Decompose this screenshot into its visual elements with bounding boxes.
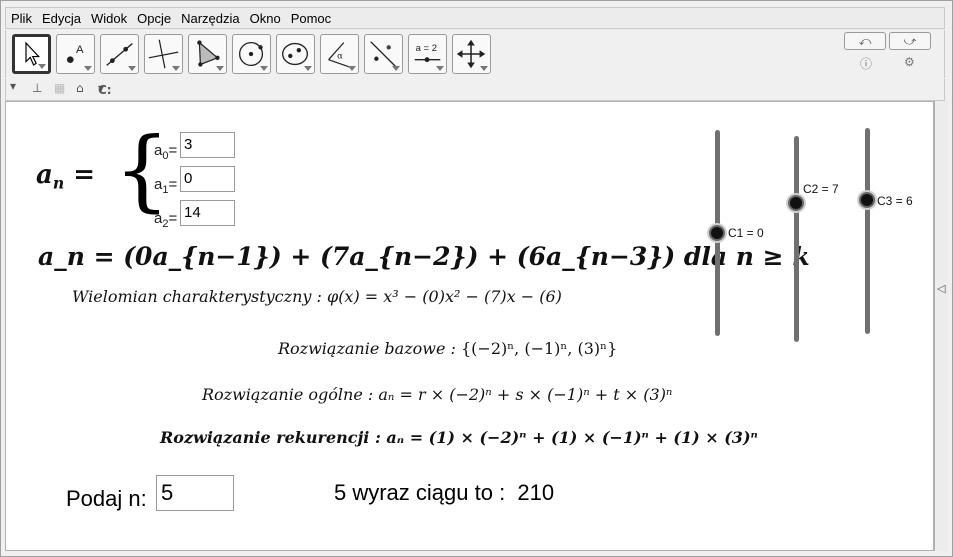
undo-button[interactable]: ⤺	[844, 32, 886, 50]
left-brace: {	[114, 118, 170, 221]
toolbar: A α a = 2 ⤺ ⤻ ⓘ ⚙	[5, 30, 945, 78]
characteristic-formula: φ(x) = x³ − (0)x² − (7)x − (6)	[326, 287, 562, 306]
initial-a2-input[interactable]: 14	[180, 200, 235, 226]
geogebra-window: Plik Edycja Widok Opcje Narzędzia Okno P…	[0, 0, 953, 557]
help-icon[interactable]: ⓘ	[860, 55, 872, 72]
reflect-tool[interactable]	[364, 34, 403, 74]
point-tool[interactable]: A	[56, 34, 95, 74]
label-style-button[interactable]: C: ▾	[98, 81, 112, 97]
tool-menu-indicator	[260, 66, 268, 71]
settings-icon[interactable]: ⚙	[904, 55, 915, 69]
tool-menu-indicator	[348, 66, 356, 71]
redo-button[interactable]: ⤻	[889, 32, 931, 50]
perpendicular-tool[interactable]	[144, 34, 183, 74]
characteristic-label: Wielomian charakterystyczny :	[72, 287, 322, 306]
characteristic-polynomial: Wielomian charakterystyczny : φ(x) = x³ …	[72, 287, 562, 306]
angle-tool[interactable]: α	[320, 34, 359, 74]
base-solution-label: Rozwiązanie bazowe :	[278, 339, 456, 358]
an-equals: =	[73, 160, 96, 190]
podaj-n-label: Podaj n:	[66, 486, 147, 511]
tool-menu-indicator	[128, 66, 136, 71]
recurrence-solution-label: Rozwiązanie rekurencji :	[160, 428, 381, 447]
base-solution: Rozwiązanie bazowe : {(−2)ⁿ, (−1)ⁿ, (3)ⁿ…	[278, 339, 617, 358]
conic-tool[interactable]	[276, 34, 315, 74]
slider-c3-knob[interactable]	[859, 192, 875, 208]
initial-a2-label: a2=	[154, 210, 178, 230]
recurrence-solution: Rozwiązanie rekurencji : aₙ = (1) × (−2)…	[160, 428, 758, 447]
general-solution: Rozwiązanie ogólne : aₙ = r × (−2)ⁿ + s …	[202, 385, 672, 404]
menu-bar: Plik Edycja Widok Opcje Narzędzia Okno P…	[5, 7, 945, 29]
slider-tool[interactable]: a = 2	[408, 34, 447, 74]
angle-tool-letter: α	[337, 52, 343, 62]
label-style-text: C:	[98, 83, 112, 97]
point-tool-letter: A	[76, 44, 84, 56]
menu-edycja[interactable]: Edycja	[37, 11, 86, 26]
slider-c3-label: C3 = 6	[877, 194, 913, 208]
slider-c1-knob[interactable]	[709, 225, 725, 241]
menu-opcje[interactable]: Opcje	[132, 11, 176, 26]
base-solution-formula: {(−2)ⁿ, (−1)ⁿ, (3)ⁿ}	[460, 339, 618, 358]
tool-menu-indicator	[392, 66, 400, 71]
an-letter: a	[36, 160, 53, 190]
tool-menu-indicator	[480, 66, 488, 71]
menu-okno[interactable]: Okno	[245, 11, 286, 26]
initial-a0-label: a0=	[154, 142, 178, 162]
slider-c2-knob[interactable]	[788, 195, 804, 211]
tool-menu-indicator	[216, 66, 224, 71]
result-text: 5 wyraz ciągu to : 210	[334, 480, 554, 506]
triangle-down-icon[interactable]: ▾	[10, 79, 16, 93]
general-solution-label: Rozwiązanie ogólne :	[202, 385, 374, 404]
tool-menu-indicator	[84, 66, 92, 71]
axes-icon[interactable]: ⊥	[32, 81, 42, 95]
move-view-tool[interactable]	[452, 34, 491, 74]
move-tool[interactable]	[12, 34, 51, 74]
sequence-label: an =	[36, 160, 95, 192]
tool-menu-indicator	[172, 66, 180, 71]
general-solution-formula: aₙ = r × (−2)ⁿ + s × (−1)ⁿ + t × (3)ⁿ	[378, 385, 673, 404]
menu-plik[interactable]: Plik	[6, 11, 37, 26]
style-bar: ▾ ⊥ ▦ ⌂ C: ▾	[5, 79, 945, 101]
menu-pomoc[interactable]: Pomoc	[286, 11, 336, 26]
redo-icon: ⤻	[903, 34, 917, 48]
graphics-view[interactable]: an = { a0= 3 a1= 0 a2= 14 a_n = (0a_{n−1…	[5, 101, 934, 551]
slider-tool-text: a = 2	[416, 43, 437, 54]
slider-c2-track[interactable]	[794, 136, 799, 342]
undo-icon: ⤺	[858, 34, 872, 48]
side-panel-toggle[interactable]: ◁	[934, 101, 948, 551]
circle-tool[interactable]	[232, 34, 271, 74]
result-label: 5 wyraz ciągu to :	[334, 480, 506, 505]
home-icon[interactable]: ⌂	[76, 81, 84, 95]
polygon-tool[interactable]	[188, 34, 227, 74]
n-input[interactable]: 5	[156, 475, 234, 511]
menu-widok[interactable]: Widok	[86, 11, 132, 26]
tool-menu-indicator	[38, 64, 46, 69]
slider-c3-track[interactable]	[865, 128, 870, 334]
recurrence-solution-formula: aₙ = (1) × (−2)ⁿ + (1) × (−1)ⁿ + (1) × (…	[386, 428, 758, 447]
slider-c1-label: C1 = 0	[728, 226, 764, 240]
chevron-left-icon: ◁	[937, 282, 946, 295]
initial-a0-input[interactable]: 3	[180, 132, 235, 158]
tool-menu-indicator	[304, 66, 312, 71]
initial-a1-label: a1=	[154, 176, 178, 196]
initial-a1-input[interactable]: 0	[180, 166, 235, 192]
slider-c2-label: C2 = 7	[803, 182, 839, 196]
menu-narzedzia[interactable]: Narzędzia	[176, 11, 245, 26]
recurrence-formula: a_n = (0a_{n−1}) + (7a_{n−2}) + (6a_{n−3…	[38, 242, 810, 271]
an-subscript: n	[52, 173, 65, 193]
grid-icon[interactable]: ▦	[54, 81, 65, 95]
line-tool[interactable]	[100, 34, 139, 74]
tool-menu-indicator	[436, 66, 444, 71]
result-value: 210	[517, 480, 555, 505]
